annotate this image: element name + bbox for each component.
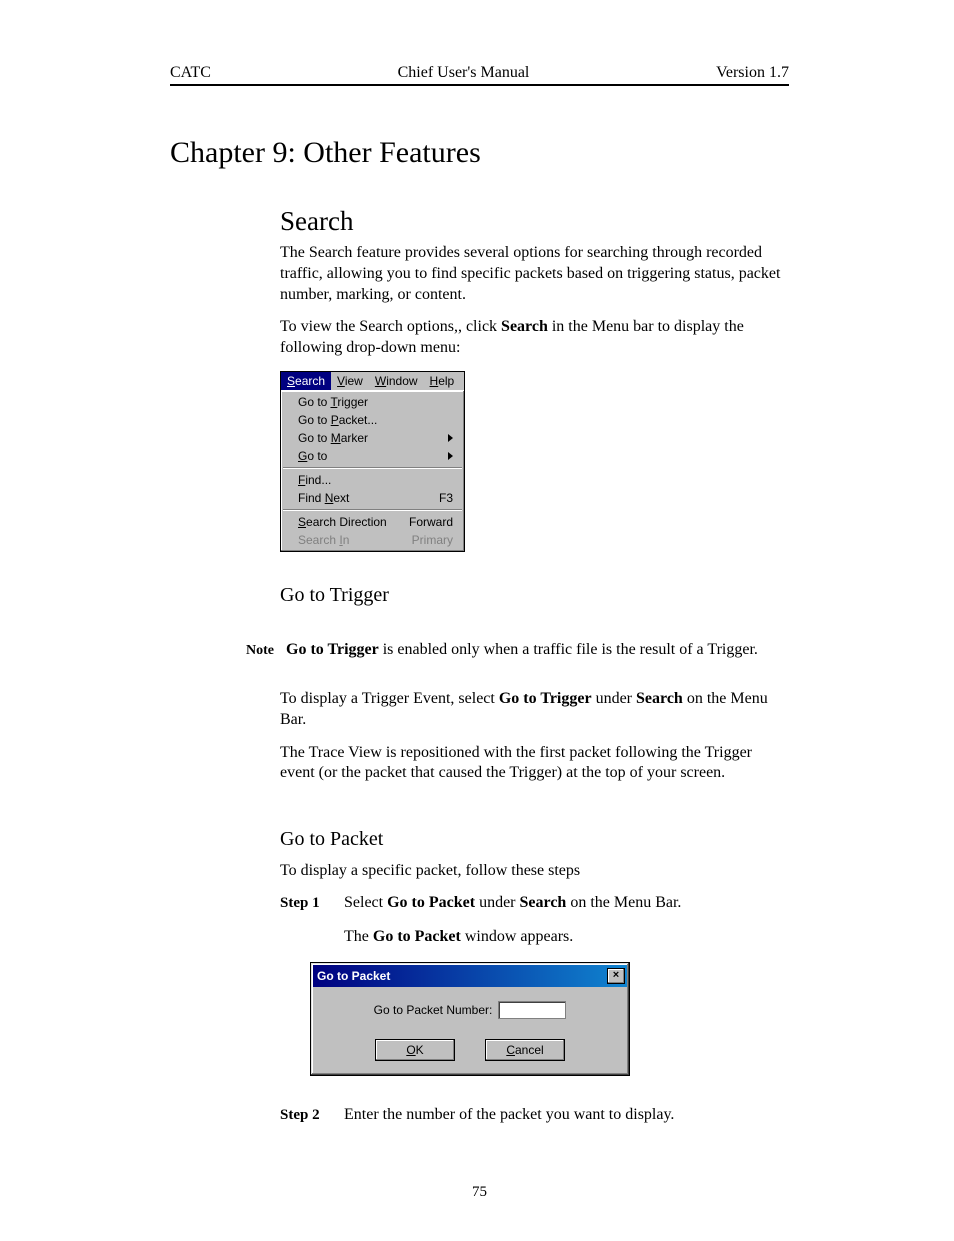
header-center: Chief User's Manual: [398, 64, 530, 82]
step-1-followup: The Go to Packet window appears.: [344, 928, 789, 946]
menu-item-goto[interactable]: Go to: [282, 447, 463, 465]
shortcut-label: F3: [439, 491, 453, 505]
cancel-button[interactable]: Cancel: [485, 1039, 565, 1061]
search-paragraph-2: To view the Search options,, click Searc…: [280, 317, 789, 359]
section-search-heading: Search: [280, 206, 789, 237]
ok-button[interactable]: OK: [375, 1039, 455, 1061]
step-1-label: Step 1: [280, 895, 330, 912]
menu-item-goto-marker[interactable]: Go to Marker: [282, 429, 463, 447]
menu-item-goto-trigger[interactable]: Go to Trigger: [282, 393, 463, 411]
header-right: Version 1.7: [716, 64, 789, 82]
search-in-value: Primary: [412, 533, 453, 547]
step-2-text: Enter the number of the packet you want …: [344, 1106, 674, 1124]
search-menu-screenshot: Search View Window Help Go to Trigger Go…: [280, 371, 465, 552]
note-body: Go to Trigger is enabled only when a tra…: [286, 641, 789, 659]
packet-number-label: Go to Packet Number:: [374, 1003, 493, 1017]
search-paragraph-1: The Search feature provides several opti…: [280, 243, 789, 305]
step-2-label: Step 2: [280, 1107, 330, 1124]
step-2-row: Step 2 Enter the number of the packet yo…: [280, 1106, 789, 1124]
header-left: CATC: [170, 64, 211, 82]
menubar-item-view[interactable]: View: [331, 372, 369, 390]
submenu-arrow-icon: [448, 434, 453, 442]
menubar: Search View Window Help: [281, 372, 464, 390]
menu-item-search-direction[interactable]: Search DirectionForward: [282, 513, 463, 531]
menu-item-search-in: Search InPrimary: [282, 531, 463, 549]
goto-trigger-p1: To display a Trigger Event, select Go to…: [280, 689, 789, 731]
submenu-arrow-icon: [448, 452, 453, 460]
menubar-item-window[interactable]: Window: [369, 372, 424, 390]
goto-trigger-p2: The Trace View is repositioned with the …: [280, 743, 789, 785]
packet-number-input[interactable]: [498, 1001, 566, 1019]
chapter-title: Chapter 9: Other Features: [170, 136, 789, 170]
subsection-goto-packet-heading: Go to Packet: [280, 828, 789, 851]
note-row: Note Go to Trigger is enabled only when …: [170, 641, 789, 659]
menu-separator: [283, 467, 462, 469]
menu-separator: [283, 509, 462, 511]
step-1-row: Step 1 Select Go to Packet under Search …: [280, 894, 789, 912]
dialog-title: Go to Packet: [317, 969, 390, 983]
close-button[interactable]: ×: [607, 968, 625, 984]
dropdown: Go to Trigger Go to Packet... Go to Mark…: [281, 390, 464, 551]
dialog-titlebar: Go to Packet ×: [313, 965, 627, 987]
menubar-item-search[interactable]: Search: [281, 372, 331, 390]
page-number: 75: [170, 1184, 789, 1201]
menu-item-find[interactable]: Find...: [282, 471, 463, 489]
search-direction-value: Forward: [409, 515, 453, 529]
menubar-item-help[interactable]: Help: [424, 372, 461, 390]
goto-packet-dialog: Go to Packet × Go to Packet Number: OK C…: [310, 962, 630, 1076]
menu-item-goto-packet[interactable]: Go to Packet...: [282, 411, 463, 429]
subsection-goto-trigger-heading: Go to Trigger: [280, 584, 789, 607]
note-label: Note: [170, 643, 280, 659]
close-icon: ×: [613, 970, 619, 981]
goto-packet-intro: To display a specific packet, follow the…: [280, 861, 789, 882]
menu-item-find-next[interactable]: Find NextF3: [282, 489, 463, 507]
running-header: CATC Chief User's Manual Version 1.7: [170, 64, 789, 86]
step-1-text: Select Go to Packet under Search on the …: [344, 894, 681, 912]
